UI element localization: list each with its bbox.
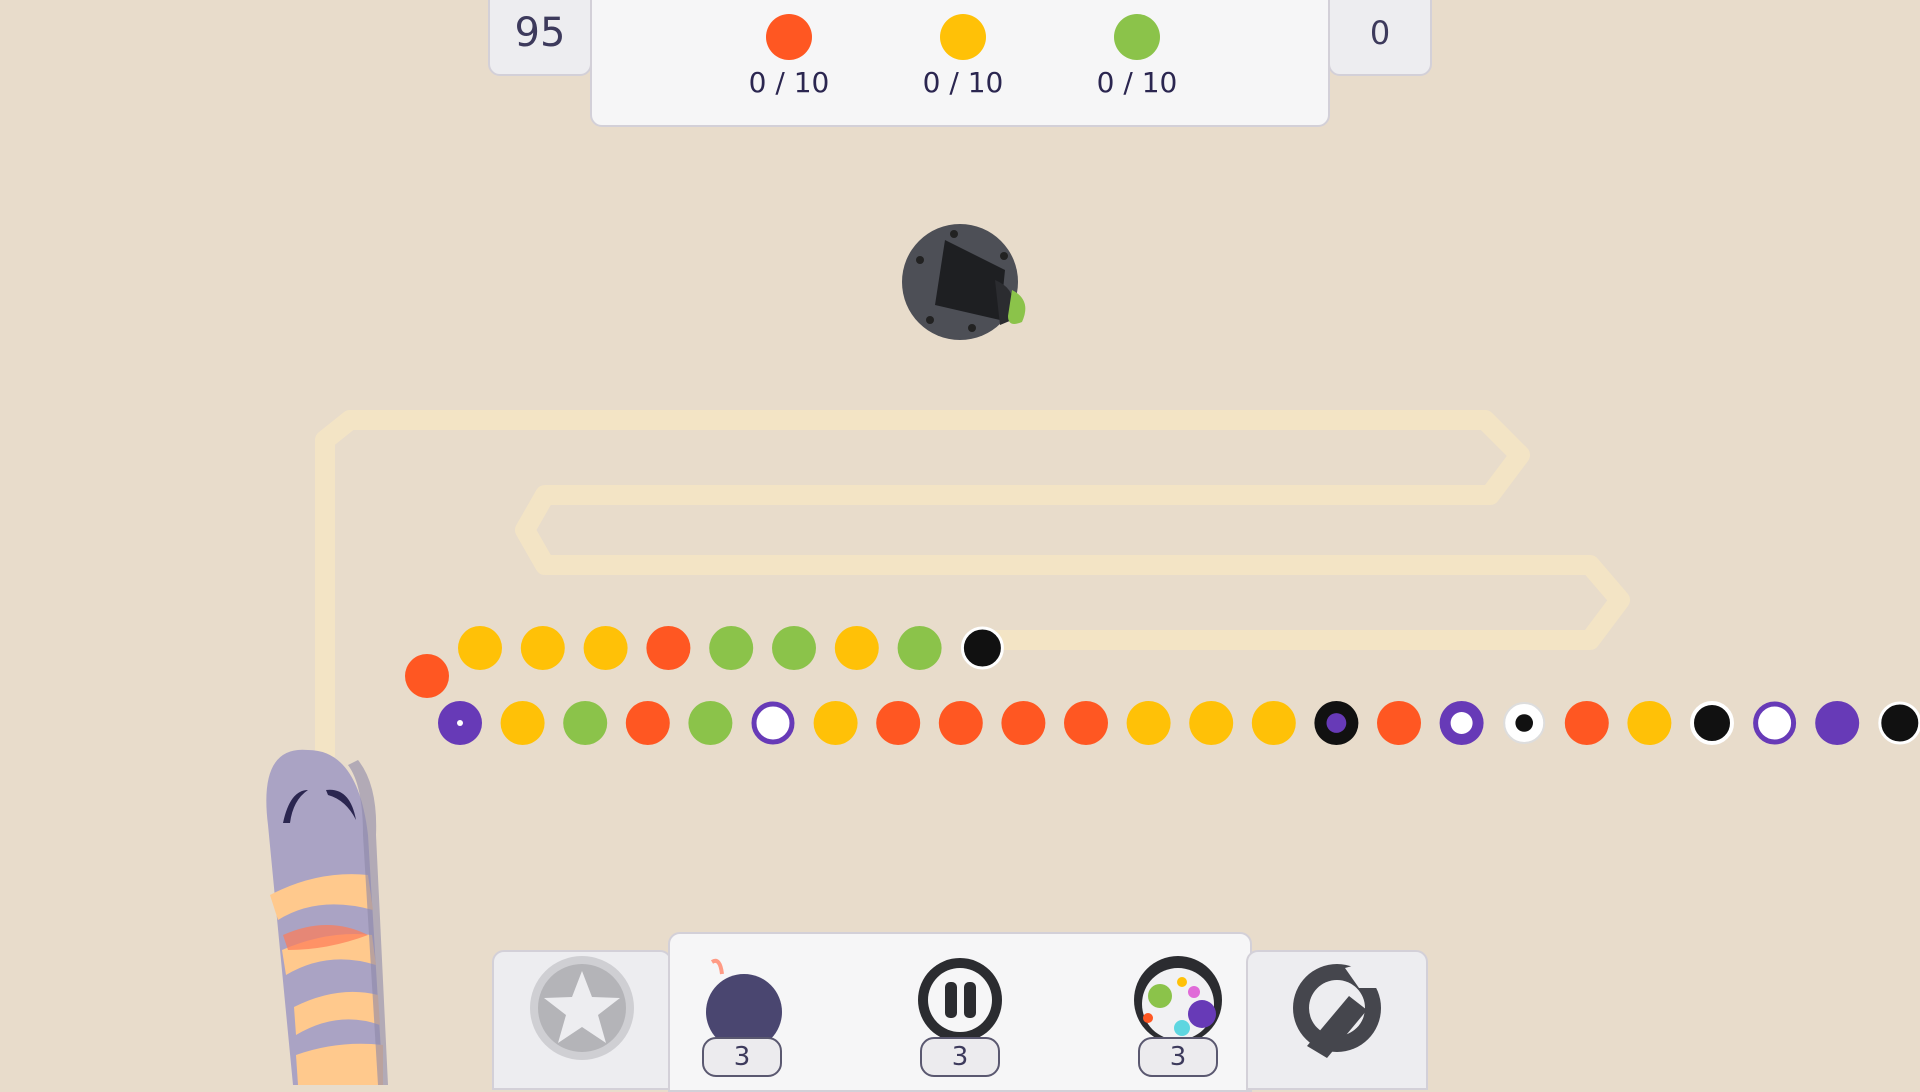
ball-yellow [1126,701,1171,745]
rainbow-ball-icon [1134,956,1222,1044]
ball-yellow [1251,701,1296,745]
bomb-icon [706,958,782,1050]
ball-orange [646,626,691,670]
ball-green [897,626,942,670]
ball-purple-ring [1439,701,1484,745]
ball-green [563,701,608,745]
ball-orange [876,701,921,745]
ball-yellow [458,626,502,670]
ball-white-ring [751,701,795,745]
ball-yellow [520,626,565,670]
ball-orange [405,654,449,698]
powerups-panel: 3 3 3 [668,932,1252,1092]
pause-powerup[interactable]: 3 [910,952,1010,1077]
ball-purple-dot [438,701,482,745]
ball-yellow [1627,701,1672,745]
ball-yellow [500,701,545,745]
rainbow-count: 3 [1138,1037,1218,1077]
lower-ball-chain [438,701,1920,745]
ball-green [772,626,816,670]
bomb-count: 3 [702,1037,782,1077]
favorite-button[interactable] [492,950,672,1090]
star-icon [530,956,634,1060]
upper-ball-chain [405,626,1004,698]
bomb-powerup[interactable]: 3 [692,952,792,1077]
cannon[interactable] [900,220,1032,346]
ball-orange [1064,701,1108,745]
ball-purple [1815,701,1860,745]
ball-black [960,626,1004,670]
ball-black [1878,701,1920,745]
ball-orange [1564,701,1609,745]
ball-orange [625,701,670,745]
ball-yellow [813,701,858,745]
settings-button[interactable] [1246,950,1428,1090]
wrench-icon [1293,962,1383,1058]
pause-icon [918,958,1002,1042]
ball-yellow [583,626,628,670]
ball-orange [938,701,983,745]
rainbow-powerup[interactable]: 3 [1128,952,1228,1077]
ball-orange [1001,701,1046,745]
ball-yellow [834,626,879,670]
ball-yellow [1189,701,1234,745]
ball-black-ring [1690,701,1734,745]
ball-white-ring [1753,701,1797,745]
worm-character [266,749,388,1085]
pause-count: 3 [920,1037,1000,1077]
ball-black-purple [1314,701,1359,745]
ball-orange [1377,701,1421,745]
ball-green [688,701,733,745]
ball-white-black [1503,702,1546,744]
ball-green [709,626,754,670]
